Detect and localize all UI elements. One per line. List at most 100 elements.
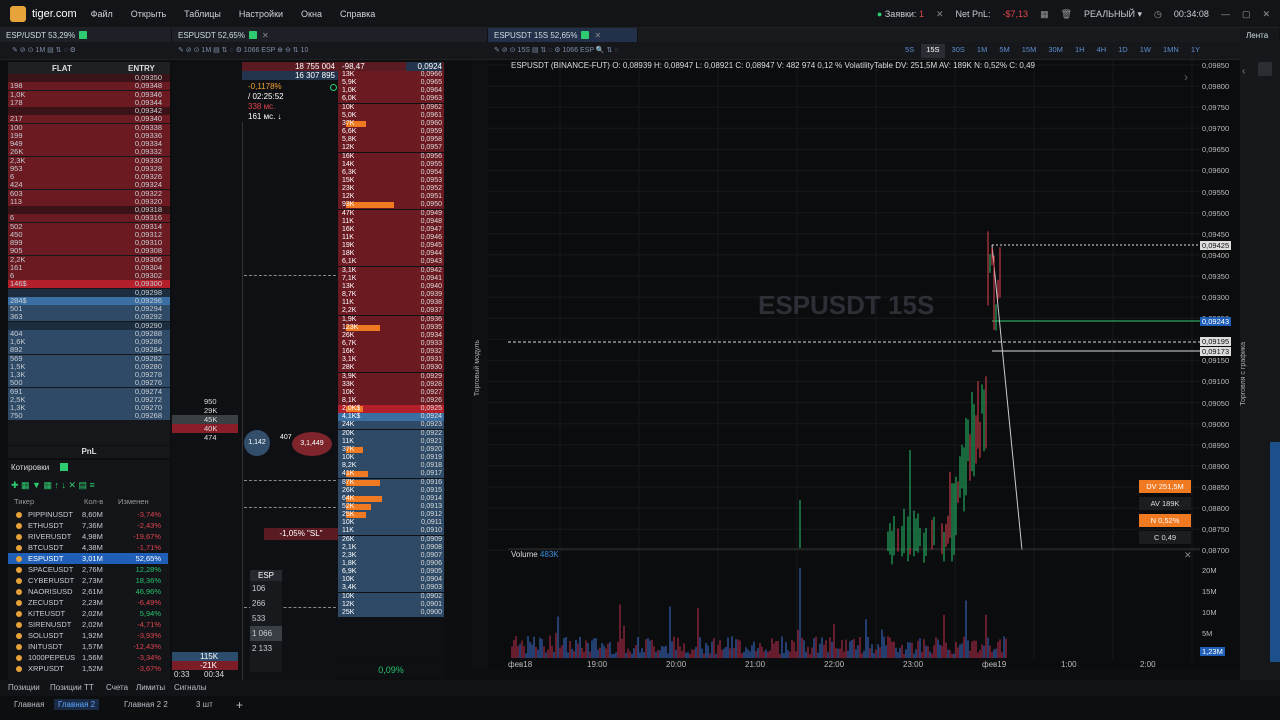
ladder-row[interactable]: 6,0K 0,0963 <box>338 95 444 104</box>
ladder-row[interactable]: 5,8K 0,0958 <box>338 136 444 145</box>
menu-file[interactable]: Файл <box>91 9 113 19</box>
chart-toolbar-icons[interactable]: ✎ ⊘ ⊙ 15S ▤ ⇅ ◌ ⚙ 1066 ESP 🔍 ⇅ ◌ <box>494 46 619 56</box>
stop-loss-label[interactable]: -1,05% "SL" <box>264 528 338 540</box>
panel-tab[interactable]: Позиции ТТ <box>50 683 94 692</box>
quote-row[interactable]: RIVERUSDT 4,98M -19,67% <box>8 531 168 542</box>
ladder-row[interactable]: 1,8K 0,0906 <box>338 560 444 568</box>
menu-windows[interactable]: Окна <box>301 9 322 19</box>
trading-module-label[interactable]: Торговый модуль <box>474 340 481 396</box>
ladder-row[interactable]: 13K 0,0966 <box>338 71 444 79</box>
scroll-indicator[interactable] <box>1270 442 1280 662</box>
dom-toolbar-icons[interactable]: ✎ ⊘ ⊙ 1M ▤ ⇅ ◌ ⚙ 1066 ESP ⊕ ⊖ ⇅ 10 <box>178 46 308 56</box>
panel-tab[interactable]: Позиции <box>8 683 40 692</box>
ladder-row[interactable]: 24K 0,0923 <box>338 421 444 430</box>
chevron-right-icon[interactable]: › <box>1184 70 1188 84</box>
timeframe-1mn[interactable]: 1MN <box>1158 44 1184 58</box>
tab-dom[interactable]: ESPUSDT 52,65% ✕ <box>172 28 488 42</box>
chart-canvas[interactable]: фев18 19:00 20:00 21:00 22:00 23:00 фев19 1:00 2… <box>488 60 1272 670</box>
quote-row[interactable]: INITUSDT 1,57M -12,43% <box>8 641 168 652</box>
quote-row[interactable]: ESPUSDT 3,01M 52,65% <box>8 553 168 564</box>
ladder-row[interactable]: 10K 0,0919 <box>338 454 444 463</box>
ladder-row[interactable]: 93K 0,0950 <box>338 201 444 210</box>
menu-settings[interactable]: Настройки <box>239 9 283 19</box>
ladder-row[interactable]: 26K 0,0934 <box>338 331 444 340</box>
change-col-header[interactable]: Изменен <box>118 497 149 506</box>
ladder-row[interactable]: 37K 0,0920 <box>338 445 444 454</box>
ladder-row[interactable]: 12K 0,0901 <box>338 600 444 609</box>
ladder-row[interactable]: 3,9K 0,0929 <box>338 372 444 381</box>
ladder-row[interactable]: 8,2K 0,0918 <box>338 462 444 471</box>
ladder-row[interactable]: 33K 0,0928 <box>338 380 444 389</box>
panel-tab[interactable]: Сигналы <box>174 683 206 692</box>
quote-row[interactable]: ETHUSDT 7,36M -2,43% <box>8 520 168 531</box>
ladder-row[interactable]: 16K 0,0956 <box>338 152 444 161</box>
ladder-row[interactable]: 15K 0,0953 <box>338 176 444 185</box>
ladder-row[interactable]: 64K 0,0914 <box>338 494 444 503</box>
ladder-row[interactable]: 13K 0,0940 <box>338 282 444 291</box>
ladder-row[interactable]: 16K 0,0932 <box>338 348 444 357</box>
pencil-icon[interactable]: ✎ ⊘ ⊙ 1M ▤ ⇅ ◌ ⚙ <box>12 46 76 56</box>
account-mode-select[interactable]: РЕАЛЬНЫЙ ▾ <box>1084 9 1142 20</box>
ladder-row[interactable]: 8,1K 0,0926 <box>338 397 444 405</box>
ladder-row[interactable]: 123K 0,0935 <box>338 323 444 332</box>
ladder-row[interactable]: 16K 0,0947 <box>338 225 444 234</box>
qty-option[interactable]: 533 <box>250 611 282 626</box>
add-workspace-icon[interactable]: + <box>236 698 243 712</box>
ladder-row[interactable]: 26K 0,0909 <box>338 535 444 544</box>
ladder-row[interactable]: 8,7K 0,0939 <box>338 291 444 300</box>
ladder-row[interactable]: 19K 0,0945 <box>338 242 444 251</box>
trash-icon[interactable]: 🗑 <box>1061 9 1072 20</box>
ladder-row[interactable]: 11K 0,0910 <box>338 527 444 536</box>
ladder-row[interactable]: 41K 0,0917 <box>338 470 444 479</box>
ladder-row[interactable]: 2,2K 0,0937 <box>338 307 444 316</box>
ladder-row[interactable]: 3,1K 0,0931 <box>338 356 444 365</box>
ladder-row[interactable]: 14K 0,0955 <box>338 160 444 169</box>
ladder-row[interactable]: 10K 0,0962 <box>338 103 444 112</box>
ladder-row[interactable]: 23K 0,0952 <box>338 185 444 194</box>
ladder-row[interactable]: 1,9K 0,0936 <box>338 315 444 324</box>
ladder-row[interactable]: 2,0K$ 0,0925 <box>338 405 444 414</box>
trading-module-strip[interactable]: Торговый модуль <box>472 60 488 670</box>
price-chart[interactable]: фев18 19:00 20:00 21:00 22:00 23:00 фев19 1:00 2… <box>488 60 1272 670</box>
timeframe-30s[interactable]: 30S <box>947 44 970 58</box>
quote-row[interactable]: SIRENUSDT 2,02M -4,71% <box>8 619 168 630</box>
close-icon[interactable]: ✕ <box>594 31 601 40</box>
book-row[interactable]: 750 0,09268 <box>8 412 170 421</box>
close-icon[interactable]: ✕ <box>1184 550 1192 561</box>
ladder-row[interactable]: 10K 0,0902 <box>338 592 444 601</box>
menu-help[interactable]: Справка <box>340 9 375 19</box>
quote-row[interactable]: BTCUSDT 4,38M -1,71% <box>8 542 168 553</box>
ladder-row[interactable]: 3,1K 0,0942 <box>338 266 444 275</box>
maximize-icon[interactable]: ▢ <box>1242 9 1251 20</box>
ladder-row[interactable]: 6,7K 0,0933 <box>338 339 444 348</box>
ladder-row[interactable]: 7,1K 0,0941 <box>338 274 444 283</box>
ladder-row[interactable]: 37K 0,0960 <box>338 119 444 128</box>
ladder-row[interactable]: 5,0K 0,0961 <box>338 111 444 120</box>
ladder-row[interactable]: 5,9K 0,0965 <box>338 79 444 88</box>
ladder-row[interactable]: 26K 0,0915 <box>338 486 444 495</box>
workspace-tab[interactable]: Главная <box>10 699 48 710</box>
add-icon[interactable]: ✚ ▦ ▼ ▦ ↑ ↓ ✕ ▤ ≡ <box>11 480 95 491</box>
ladder-row[interactable]: 11K 0,0921 <box>338 437 444 446</box>
quote-row[interactable]: KITEUSDT 2,02M 5,94% <box>8 608 168 619</box>
grid-icon[interactable]: ▦ <box>1040 9 1049 20</box>
ladder-row[interactable]: 11K 0,0946 <box>338 234 444 242</box>
quote-row[interactable]: SOLUSDT 1,92M -3,93% <box>8 630 168 641</box>
timeframe-5m[interactable]: 5M <box>994 44 1014 58</box>
ladder-row[interactable]: 12K 0,0951 <box>338 193 444 202</box>
close-icon[interactable]: ✕ <box>936 9 944 20</box>
ladder-row[interactable]: 1,0K 0,0964 <box>338 87 444 96</box>
ladder-row[interactable]: 6,1K 0,0943 <box>338 258 444 267</box>
quote-row[interactable]: SPACEUSDT 2,76M 12,28% <box>8 564 168 575</box>
tab-left-book[interactable]: ESP/USDT 53,29% <box>0 28 172 42</box>
timeframe-15s[interactable]: 15S <box>921 44 945 58</box>
ladder-row[interactable]: 28K 0,0930 <box>338 364 444 373</box>
timeframe-1d[interactable]: 1D <box>1113 44 1133 58</box>
timeframe-4h[interactable]: 4H <box>1092 44 1112 58</box>
ladder-row[interactable]: 10K 0,0911 <box>338 519 444 528</box>
ladder-row[interactable]: 3,4K 0,0903 <box>338 584 444 593</box>
ladder-row[interactable]: 25K 0,0900 <box>338 608 444 617</box>
ladder-row[interactable]: 4,1K$ 0,0924 <box>338 413 444 422</box>
quote-row[interactable]: XRPUSDT 1,52M -3,67% <box>8 663 168 674</box>
menu-open[interactable]: Открыть <box>131 9 166 19</box>
